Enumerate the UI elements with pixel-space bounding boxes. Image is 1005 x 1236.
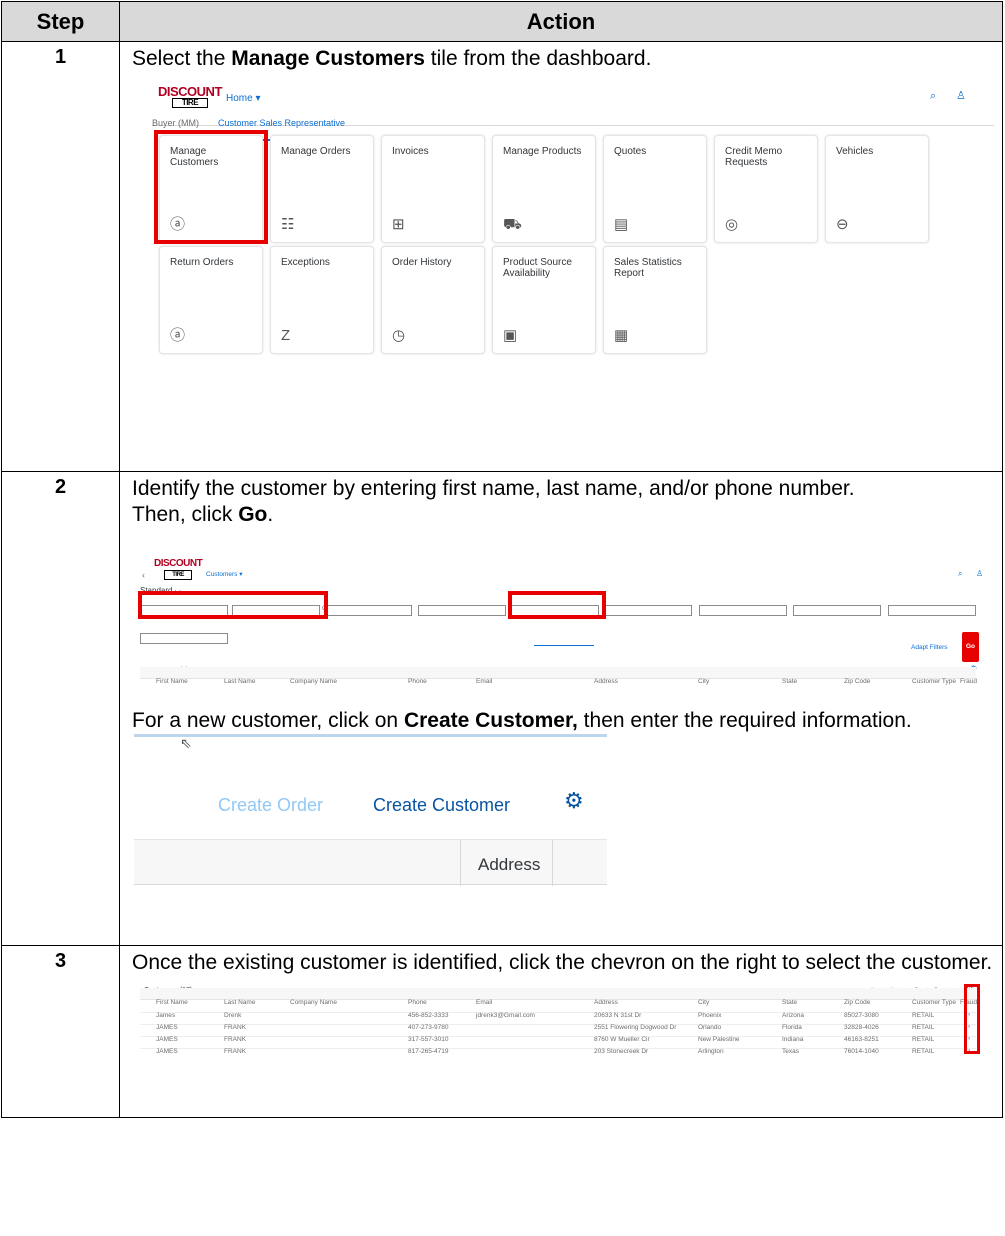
step-2-instruction: Identify the customer by entering first … [132,477,855,500]
exception-icon: Z [281,327,291,344]
column-header: First Name [156,678,188,685]
create-order-button[interactable]: Create Order [218,792,323,818]
checklist-icon: ☷ [281,216,295,233]
action-column-header: Action [119,1,1003,42]
step-3-action: Once the existing customer is identified… [119,945,1003,1118]
search-icon[interactable]: ⌕ [958,561,962,587]
highlight-phone-field [508,591,606,619]
table-cell: JAMES [156,1048,178,1055]
column-header: Last Name [224,678,256,685]
create-customer-zoom-screenshot: ⇖ Create Order Create Customer ⚙ Address [134,734,607,894]
step-number: 2 [1,471,120,946]
state-select[interactable] [793,605,881,616]
column-header: Zip Code [844,678,871,685]
table-cell: FRANK [224,1048,247,1055]
email-field[interactable] [604,605,692,616]
customer-results-screenshot: Customers (17) Create Order Create Custo… [128,976,994,1055]
step-1-instruction: Select the Manage Customers tile from th… [132,47,652,70]
step-number: 3 [1,945,120,1118]
money-icon: ◎ [725,216,739,233]
customers-menu[interactable]: Customers ▾ [206,562,243,588]
table-row[interactable]: James Drenk 456-852-3333 jdrenk3@Gmail.com 2… [140,1001,976,1019]
highlight-manage-customers [154,130,268,244]
column-header: City [698,678,710,685]
discount-tire-logo: DISCOUNT TIRE [154,558,203,580]
dashboard-tabs: Buyer (MM) Customer Sales Representative [152,108,994,141]
tile-manage-products[interactable]: Manage Products ⛟ [492,135,596,243]
calendar-search-icon: ▣ [503,327,518,344]
table-header-row: First Name Last Name Company Name Phone … [140,667,977,685]
tile-invoices[interactable]: Invoices ⊞ [381,135,485,243]
address-column-header: Address [478,855,541,874]
customer-search-screenshot: ‹ DISCOUNT TIRE Customers ▾ ⌕ ♙ Standard… [128,554,994,694]
address-field[interactable] [418,605,506,616]
table-cell: 76014-1040 [844,1048,879,1055]
discount-tire-logo: DISCOUNT TIRE [158,84,222,108]
tile-exceptions[interactable]: Exceptions Z [270,246,374,354]
zoom-header-row: Address [134,839,607,886]
step-2-go-instruction: Then, click Go. [132,503,274,526]
zip-code-field[interactable] [888,605,976,616]
dashboard-screenshot: DISCOUNT TIRE Home ▾ ⌕ ♙ Buyer (MM) Cust… [132,72,994,412]
step-3-instruction: Once the existing customer is identified… [132,951,993,974]
tile-order-history[interactable]: Order History ◷ [381,246,485,354]
tile-return-orders[interactable]: Return Orders ⓐ [159,246,263,354]
collapse-divider[interactable] [534,645,594,646]
table-cell: Texas [782,1048,799,1055]
tile-product-source-availability[interactable]: Product Source Availability ▣ [492,246,596,354]
step-1-action: Select the Manage Customers tile from th… [119,41,1003,472]
tire-icon: ⛟ [503,216,522,233]
clock-icon: ◷ [392,327,406,344]
column-header: Address [594,678,618,685]
user-icon[interactable]: ♙ [956,83,966,109]
search-field[interactable] [140,633,228,644]
new-customer-instruction: For a new customer, click on Create Cust… [132,709,912,732]
zoom-top-border [134,734,607,737]
column-divider [460,840,461,886]
column-header: State [782,678,798,685]
column-header: Phone [408,678,427,685]
tile-quotes[interactable]: Quotes ▤ [603,135,707,243]
table-header-row: First Name Last Name Company Name Phone Emai… [140,988,977,1006]
column-header: Fraud [960,678,977,685]
results-table: First Name Last Name Company Name Phone Emai… [140,988,977,1055]
create-customer-button[interactable]: Create Customer [373,792,510,818]
settings-icon[interactable]: ⚙ [564,788,584,814]
table-cell: 817-265-4719 [408,1048,449,1055]
table-row[interactable]: JAMES FRANK 407-273-9780 2551 Flowering Dog… [140,1013,976,1031]
step-number: 1 [1,41,120,472]
column-divider [552,840,553,886]
invoice-icon: ⊞ [392,216,405,233]
table-cell: Arlington [698,1048,724,1055]
step-2-action: Identify the customer by entering first … [119,471,1003,946]
table-cell: 203 Stonecreek Dr [594,1048,649,1055]
highlight-name-fields [138,591,328,619]
city-field[interactable] [699,605,787,616]
user-return-icon: ⓐ [170,327,186,344]
tile-credit-memo-requests[interactable]: Credit Memo Requests ◎ [714,135,818,243]
cursor-icon: ⇖ [180,735,192,751]
search-icon[interactable]: ⌕ [930,83,936,109]
highlight-chevrons [964,984,980,1054]
column-header: Email [476,678,493,685]
user-icon[interactable]: ♙ [976,561,983,587]
document-icon: ▤ [614,216,629,233]
car-icon: ⊖ [836,216,849,233]
column-header: Customer Type [912,678,956,685]
step-column-header: Step [1,1,120,42]
company-name-field[interactable] [324,605,412,616]
tile-vehicles[interactable]: Vehicles ⊖ [825,135,929,243]
table-cell: RETAIL [912,1048,935,1055]
table-row[interactable]: JAMES FRANK 817-265-4719 203 Stonecreek Dr A… [140,1037,976,1055]
tile-manage-orders[interactable]: Manage Orders ☷ [270,135,374,243]
tile-sales-statistics-report[interactable]: Sales Statistics Report ▦ [603,246,707,354]
column-header: Company Name [290,678,337,685]
table-row[interactable]: JAMES FRANK 317-557-3010 8760 W Mueller Cir… [140,1025,976,1043]
report-icon: ▦ [614,327,629,344]
procedure-table: Step Action 1 Select the Manage Customer… [1,1,1003,1118]
